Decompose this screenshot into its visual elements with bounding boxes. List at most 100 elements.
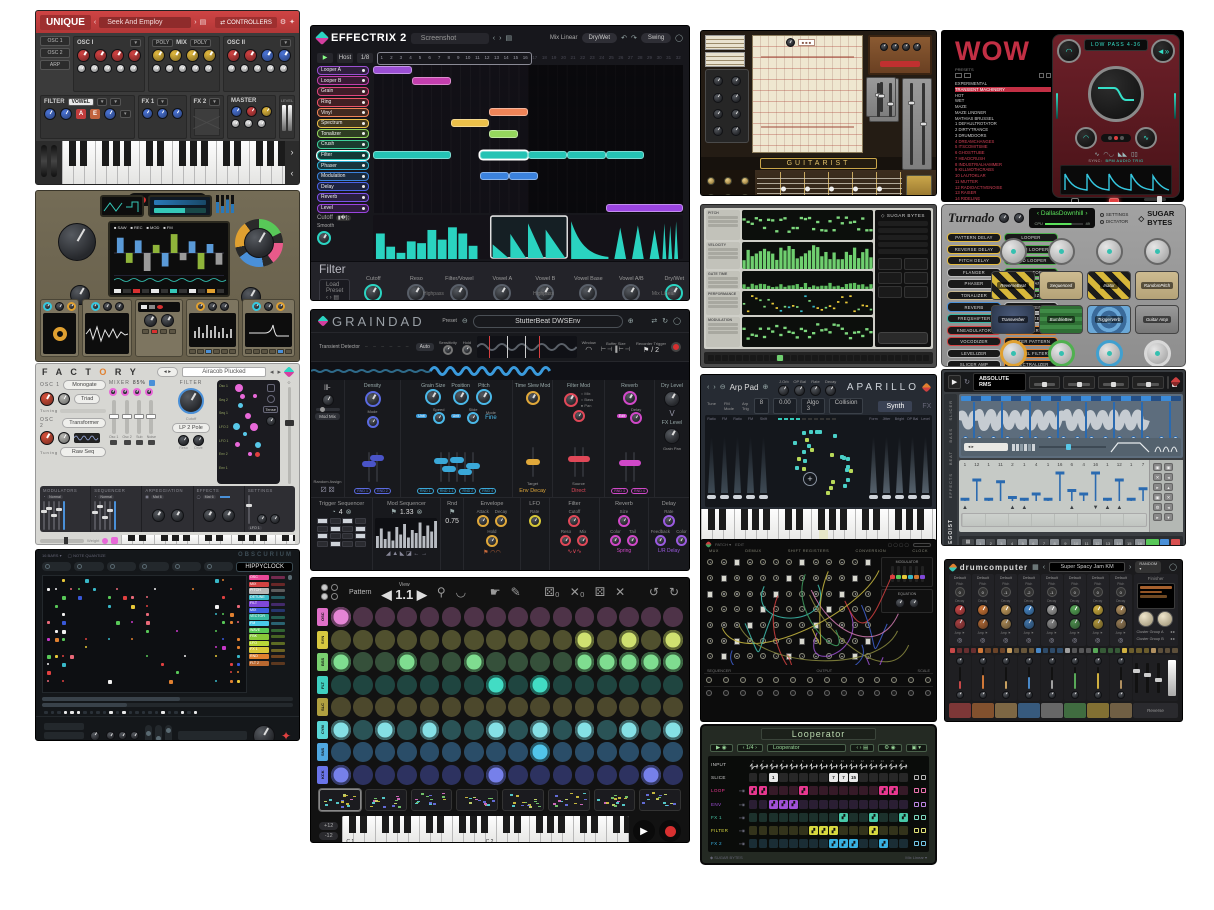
pattern-block[interactable] bbox=[480, 172, 509, 180]
pattern-cell[interactable] bbox=[641, 742, 661, 762]
volume-fader[interactable] bbox=[1097, 667, 1100, 689]
effect-cell[interactable] bbox=[869, 800, 877, 809]
pattern-cell[interactable] bbox=[619, 697, 639, 717]
pitch-knob[interactable]: -1 bbox=[1047, 587, 1057, 597]
channel-step-strip[interactable] bbox=[945, 646, 1182, 655]
pattern-block[interactable] bbox=[509, 172, 538, 180]
pattern-cell[interactable] bbox=[553, 720, 573, 740]
pan-knob[interactable] bbox=[1002, 657, 1010, 665]
action-button[interactable] bbox=[904, 272, 928, 284]
row2-value[interactable]: 0.00 bbox=[773, 398, 797, 414]
step-cell[interactable] bbox=[1057, 648, 1062, 653]
strip-jack[interactable] bbox=[757, 690, 763, 696]
preset-list-item[interactable]: 3 DRUMDOORS bbox=[955, 133, 1051, 138]
filtermod-knob2[interactable] bbox=[573, 410, 585, 422]
lane-display[interactable] bbox=[742, 210, 873, 240]
matrix-knob[interactable] bbox=[266, 416, 276, 426]
pattern-cell[interactable] bbox=[397, 630, 417, 650]
decay-knob[interactable] bbox=[1069, 604, 1081, 616]
menu-icon[interactable]: ▦ bbox=[1032, 564, 1039, 571]
rate-button[interactable]: 1/8 bbox=[357, 53, 373, 63]
pattern-block[interactable] bbox=[451, 119, 490, 127]
effect-cell[interactable] bbox=[849, 813, 857, 822]
track-step-grid[interactable] bbox=[373, 203, 683, 214]
wobble-knob[interactable]: ∿ bbox=[1135, 127, 1157, 149]
patch-jack[interactable] bbox=[721, 591, 727, 597]
strip-jack[interactable] bbox=[723, 690, 729, 696]
osc1-knob[interactable] bbox=[77, 49, 90, 62]
trigger-pad[interactable] bbox=[317, 541, 328, 547]
pattern-cell[interactable] bbox=[486, 720, 506, 740]
effect-cell[interactable]: ▞ bbox=[769, 800, 777, 809]
lfo-shape-icons[interactable]: ∿◠◡◣◣▯▯ bbox=[1094, 151, 1137, 158]
loop-icon[interactable]: ↻ bbox=[662, 318, 668, 325]
timeline-tick[interactable] bbox=[888, 355, 894, 361]
row2-value[interactable]: Collision bbox=[829, 398, 864, 414]
action-button[interactable] bbox=[904, 286, 928, 298]
rnd-toggle[interactable]: RND 1 bbox=[354, 488, 371, 494]
view-tab[interactable]: Synth bbox=[878, 401, 912, 412]
effect-slot-tile[interactable]: ReverseBeat bbox=[991, 271, 1035, 300]
settings-icon[interactable]: ◯ bbox=[675, 35, 683, 42]
setting-row[interactable] bbox=[878, 249, 928, 254]
row-icons[interactable] bbox=[910, 841, 926, 846]
prev-preset-icon[interactable]: ‹ bbox=[493, 35, 495, 42]
sensitivity-knob[interactable] bbox=[443, 345, 453, 355]
reverse-strip[interactable]: Reverse bbox=[1133, 703, 1178, 718]
drum-pad[interactable] bbox=[1110, 703, 1132, 718]
density-slider[interactable] bbox=[376, 452, 378, 482]
effect-cell[interactable] bbox=[879, 800, 887, 809]
keyboard-icon[interactable]: ▦ bbox=[962, 539, 974, 547]
preset-display[interactable]: Super Spacy Jam KM bbox=[1049, 562, 1125, 572]
tone-knob[interactable] bbox=[1000, 618, 1012, 630]
track-step-grid[interactable] bbox=[373, 192, 683, 203]
step-cell[interactable] bbox=[1129, 648, 1134, 653]
parameter-row[interactable]: FBK bbox=[249, 634, 285, 639]
patch-jack[interactable] bbox=[852, 559, 858, 565]
slice-cell[interactable] bbox=[749, 773, 757, 782]
track-step-grid[interactable] bbox=[373, 86, 683, 97]
step-cell[interactable] bbox=[1108, 648, 1113, 653]
grain-slider[interactable] bbox=[448, 452, 450, 482]
grain-slider[interactable] bbox=[456, 452, 458, 482]
sequence-dot[interactable] bbox=[237, 680, 240, 683]
effect-cell[interactable]: ▞ bbox=[869, 813, 877, 822]
menu-item[interactable]: PATCH ▾ bbox=[715, 542, 731, 547]
effect-cell[interactable] bbox=[889, 839, 897, 848]
decay-knob[interactable] bbox=[495, 515, 507, 527]
step-button[interactable]: 3 bbox=[997, 539, 1006, 547]
patch-jack[interactable] bbox=[839, 653, 845, 659]
pattern-cell[interactable] bbox=[331, 652, 351, 672]
panel-knob[interactable] bbox=[731, 76, 741, 86]
lane-display[interactable] bbox=[742, 242, 873, 269]
osc1-mode-dropdown[interactable]: Monogate bbox=[63, 380, 106, 390]
step-dot[interactable] bbox=[187, 711, 191, 715]
mixer-strip[interactable] bbox=[1087, 655, 1109, 701]
setting-row[interactable] bbox=[878, 221, 928, 226]
filter-param-knob[interactable] bbox=[622, 284, 640, 301]
track-label-looper-b[interactable]: Looper B bbox=[317, 76, 369, 85]
attack-knob[interactable] bbox=[477, 515, 489, 527]
pattern-cell[interactable] bbox=[619, 652, 639, 672]
pattern-cell[interactable] bbox=[464, 607, 484, 627]
reverb-type[interactable]: Spring bbox=[617, 548, 631, 554]
synth-slider[interactable]: Shift bbox=[757, 415, 770, 507]
strip-jack[interactable] bbox=[874, 690, 880, 696]
patch-jack[interactable] bbox=[707, 622, 713, 628]
strip-jack[interactable] bbox=[891, 677, 897, 683]
vowel-a-button[interactable]: A bbox=[76, 109, 86, 119]
master-small-knob[interactable] bbox=[244, 119, 253, 128]
preset-list-item[interactable]: 5 ITSCOMITSME bbox=[955, 144, 1051, 149]
guitar-neck[interactable] bbox=[701, 170, 936, 196]
step-cell[interactable] bbox=[1158, 648, 1163, 653]
group-b-arrows[interactable]: ◂ ▸ bbox=[1170, 636, 1175, 641]
preset-list-item[interactable]: 4 DREAMCHANGES bbox=[955, 139, 1051, 144]
step-cell[interactable] bbox=[993, 648, 998, 653]
effect-cell[interactable] bbox=[879, 826, 887, 835]
effect-cell[interactable] bbox=[759, 826, 767, 835]
effect-cell[interactable] bbox=[889, 800, 897, 809]
pattern-cell[interactable] bbox=[508, 607, 528, 627]
timeline-tick[interactable] bbox=[868, 355, 874, 361]
pattern-cell[interactable] bbox=[508, 720, 528, 740]
pattern-cell[interactable] bbox=[508, 697, 528, 717]
